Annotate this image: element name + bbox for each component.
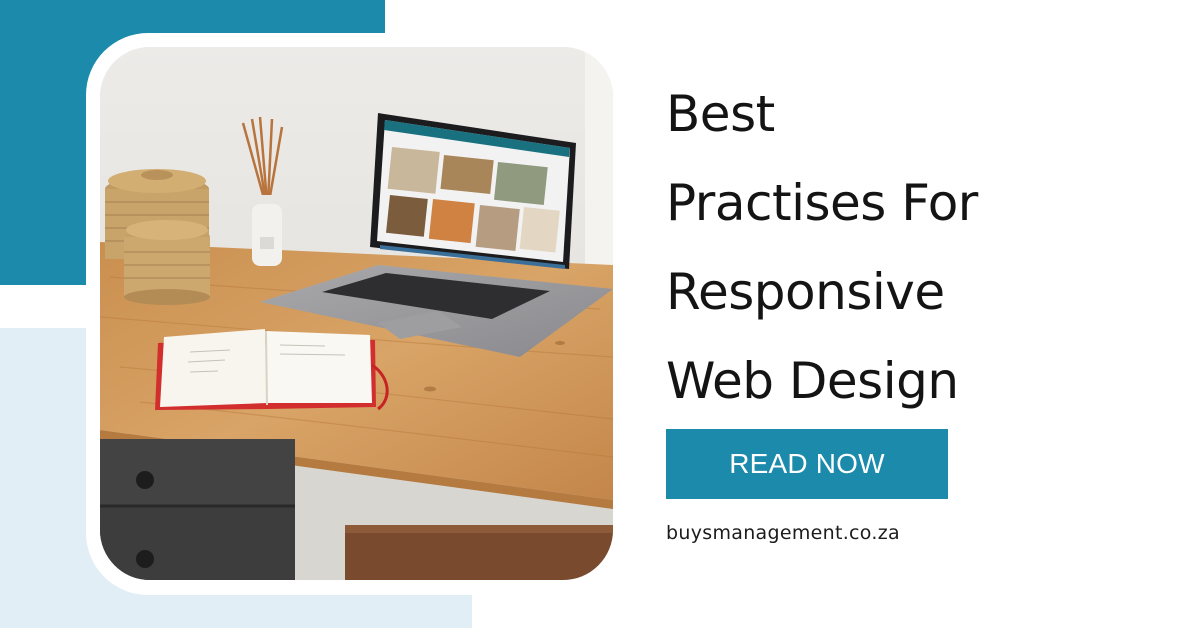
- website-url: buysmanagement.co.za: [666, 522, 900, 544]
- desk-photo: [100, 47, 613, 580]
- headline-line-3: Responsive: [666, 263, 945, 321]
- notebook-icon: [155, 329, 389, 411]
- headline: Best Practises For Responsive Web Design: [666, 70, 1186, 426]
- headline-line-4: Web Design: [666, 352, 959, 410]
- headline-line-1: Best: [666, 85, 775, 143]
- headline-line-2: Practises For: [666, 174, 978, 232]
- read-now-button[interactable]: READ NOW: [666, 429, 948, 499]
- desk-scene-illustration: [100, 47, 613, 580]
